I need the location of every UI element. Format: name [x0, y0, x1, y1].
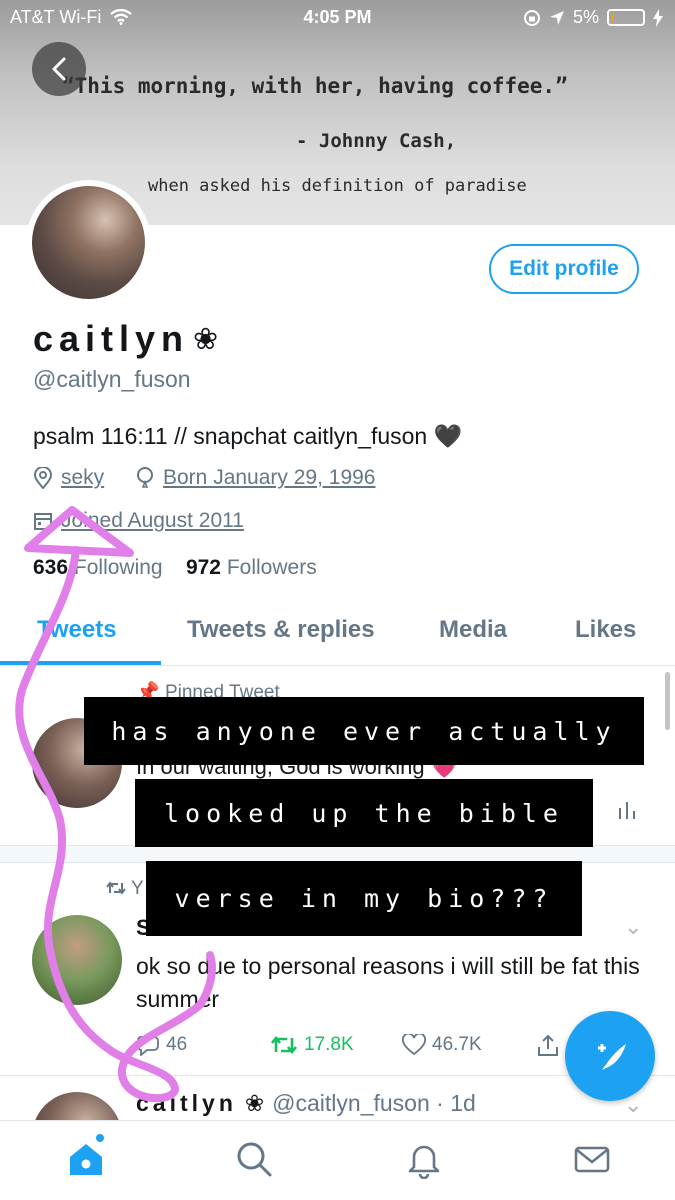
name-symbol: ❀ — [193, 322, 219, 356]
status-right: 5% — [523, 7, 663, 28]
caption-line-3: verse in my bio??? — [146, 861, 582, 936]
tweet-header: caitlyn ❀ @caitlyn_fuson · 1d — [136, 1090, 476, 1116]
header-attribution: - Johnny Cash, — [296, 130, 457, 152]
charging-icon — [653, 8, 663, 27]
location-arrow-icon — [549, 10, 564, 25]
location-pin-icon — [33, 467, 53, 489]
location[interactable]: seky — [33, 466, 104, 490]
tab-media[interactable]: Media — [439, 616, 507, 644]
like-button[interactable]: 46.7K — [402, 1034, 482, 1056]
birthday[interactable]: Born January 29, 1996 — [135, 466, 375, 490]
nav-messages[interactable] — [572, 1139, 612, 1179]
header-quote: “This morning, with her, having coffee.” — [62, 74, 568, 98]
reply-icon — [137, 1036, 159, 1056]
caption-line-2: looked up the bible — [135, 779, 593, 847]
back-arrow-icon — [52, 57, 66, 81]
user-handle: @caitlyn_fuson — [33, 366, 191, 392]
follow-counts: 636 Following 972 Followers — [33, 556, 317, 580]
tab-tweets[interactable]: Tweets — [37, 616, 117, 644]
balloon-icon — [137, 467, 153, 488]
rotation-lock-icon — [523, 9, 540, 26]
nav-notifications[interactable] — [404, 1139, 444, 1180]
new-tweets-dot — [96, 1134, 104, 1142]
chevron-down-icon[interactable]: ⌄ — [624, 914, 642, 940]
share-icon — [538, 1034, 558, 1056]
tab-likes[interactable]: Likes — [575, 616, 636, 644]
nav-home[interactable] — [66, 1139, 106, 1179]
retweet-label: Y — [106, 878, 144, 900]
name-symbol: ❀ — [244, 1090, 265, 1116]
tweet-text: ok so due to personal reasons i will sti… — [136, 953, 640, 1012]
retweet-button[interactable]: 17.8K — [270, 1034, 354, 1056]
mail-icon — [574, 1146, 610, 1173]
edit-profile-button[interactable]: Edit profile — [489, 244, 639, 294]
tweet-avatar[interactable] — [32, 915, 122, 1005]
header-context: when asked his definition of paradise — [148, 176, 527, 196]
status-bar: AT&T Wi-Fi 4:05 PM 5% — [0, 0, 675, 36]
scrollbar[interactable] — [665, 672, 670, 730]
reply-button[interactable]: 46 — [136, 1034, 187, 1056]
tab-tweets-replies[interactable]: Tweets & replies — [187, 616, 375, 644]
following-link[interactable]: 636 Following — [33, 556, 163, 579]
profile-avatar[interactable] — [26, 180, 151, 305]
compose-tweet-button[interactable] — [565, 1011, 655, 1101]
nav-search[interactable] — [234, 1139, 274, 1179]
display-name: caitlyn ❀ — [33, 318, 219, 359]
avatar-photo — [32, 186, 145, 299]
back-button[interactable] — [32, 42, 86, 96]
search-icon — [237, 1142, 272, 1177]
retweet-icon — [106, 881, 126, 895]
like-icon — [402, 1034, 426, 1056]
compose-icon — [598, 1044, 626, 1070]
stats-icon[interactable] — [618, 800, 636, 826]
bell-icon — [408, 1145, 440, 1180]
retweet-icon — [270, 1035, 298, 1055]
calendar-icon — [34, 513, 52, 530]
bottom-nav — [0, 1120, 675, 1200]
profile-tabs: Tweets Tweets & replies Media Likes — [0, 600, 675, 666]
battery-icon — [607, 9, 645, 26]
home-icon — [70, 1144, 102, 1175]
share-button[interactable] — [536, 1034, 560, 1058]
battery-percent: 5% — [572, 7, 599, 27]
join-date[interactable]: Joined August 2011 — [33, 509, 244, 533]
battery-level — [611, 13, 614, 22]
active-tab-indicator — [0, 661, 161, 665]
caption-line-1: has anyone ever actually — [84, 697, 644, 765]
followers-link[interactable]: 972 Followers — [186, 556, 317, 579]
bio: psalm 116:11 // snapchat caitlyn_fuson 🖤 — [33, 423, 463, 449]
